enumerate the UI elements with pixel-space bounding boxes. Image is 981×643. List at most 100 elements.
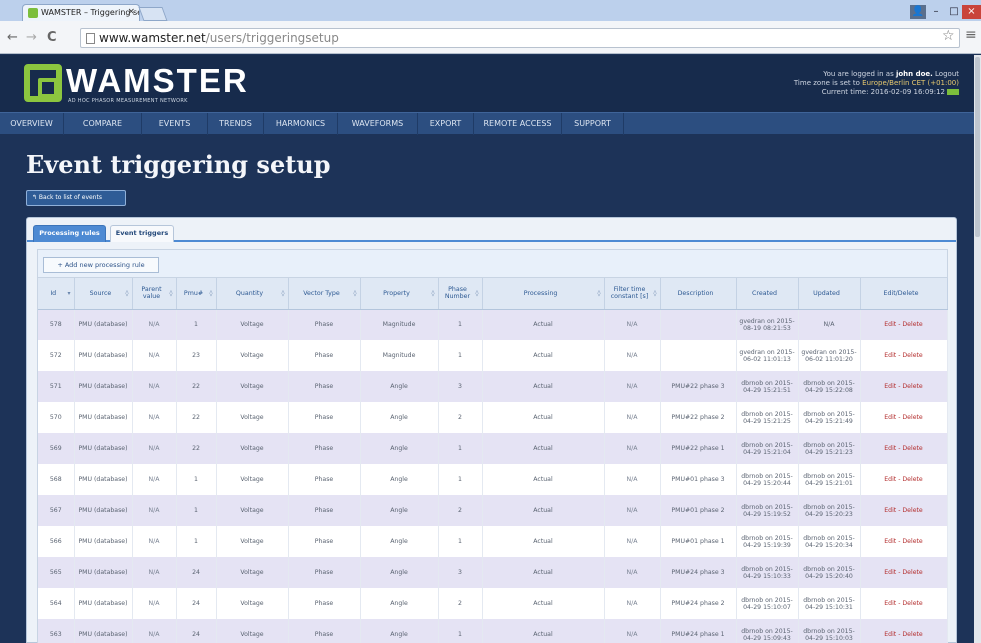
cell-vector-type: Phase: [288, 402, 361, 433]
cell-edit-delete[interactable]: Edit - Delete: [860, 464, 948, 495]
cell-description: PMU#01 phase 2: [660, 495, 737, 526]
nav-overview[interactable]: OVERVIEW: [0, 113, 64, 135]
cell-property: Angle: [360, 588, 439, 619]
address-bar[interactable]: www.wamster.net/users/triggeringsetup: [80, 28, 960, 48]
col-vector-type[interactable]: Vector Type ◊: [288, 278, 361, 310]
cell-updated: N/A: [798, 309, 861, 340]
wamster-logo[interactable]: WAMSTER AD HOC PHASOR MEASUREMENT NETWOR…: [24, 62, 247, 106]
cell-updated: dbrnob on 2015-04-29 15:21:23: [798, 433, 861, 464]
cell-description: PMU#24 phase 2: [660, 588, 737, 619]
favicon-icon: [28, 8, 38, 18]
maximize-button[interactable]: □: [946, 5, 962, 19]
browser-toolbar: ← → C www.wamster.net/users/triggeringse…: [0, 21, 981, 54]
table-row: 571 PMU (database) N/A 22 Voltage Phase Angle 3…: [38, 371, 948, 402]
new-tab-button[interactable]: [138, 7, 168, 21]
cell-pmu: 1: [176, 464, 217, 495]
cell-property: Angle: [360, 464, 439, 495]
col-label: Created: [752, 289, 777, 297]
scrollbar-thumb[interactable]: [975, 57, 980, 237]
cell-source: PMU (database): [74, 464, 133, 495]
col-id[interactable]: Id ▾: [38, 278, 75, 310]
cell-quantity: Voltage: [216, 309, 289, 340]
cell-phase-number: 3: [438, 371, 483, 402]
minimize-button[interactable]: –: [928, 5, 944, 19]
col-processing[interactable]: Processing ◊: [482, 278, 605, 310]
table-row: 568 PMU (database) N/A 1 Voltage Phase Angle 1 A…: [38, 464, 948, 495]
nav-export[interactable]: EXPORT: [418, 113, 474, 135]
nav-trends[interactable]: TRENDS: [208, 113, 264, 135]
back-to-events-button[interactable]: ↰ Back to list of events: [26, 190, 126, 206]
url-domain: www.wamster.net: [99, 31, 206, 45]
cell-parent-value: N/A: [132, 340, 177, 371]
nav-waveforms[interactable]: WAVEFORMS: [338, 113, 418, 135]
sort-icon: ◊: [475, 290, 479, 297]
status-indicator-icon: [947, 89, 959, 95]
col-pmu[interactable]: Pmu# ◊: [176, 278, 217, 310]
bookmark-star-icon[interactable]: ☆: [942, 28, 955, 44]
cell-source: PMU (database): [74, 588, 133, 619]
tab-event-triggers[interactable]: Event triggers: [110, 225, 174, 242]
cell-edit-delete[interactable]: Edit - Delete: [860, 619, 948, 643]
cell-vector-type: Phase: [288, 526, 361, 557]
close-window-button[interactable]: ×: [962, 5, 981, 19]
nav-events[interactable]: EVENTS: [142, 113, 208, 135]
cell-description: PMU#22 phase 1: [660, 433, 737, 464]
col-source[interactable]: Source ◊: [74, 278, 133, 310]
cell-parent-value: N/A: [132, 588, 177, 619]
col-phase-number[interactable]: Phase Number ◊: [438, 278, 483, 310]
cell-property: Angle: [360, 526, 439, 557]
page-scrollbar[interactable]: [974, 55, 981, 643]
cell-source: PMU (database): [74, 526, 133, 557]
cell-edit-delete[interactable]: Edit - Delete: [860, 557, 948, 588]
nav-compare[interactable]: COMPARE: [64, 113, 142, 135]
nav-harmonics[interactable]: HARMONICS: [264, 113, 338, 135]
tab-bar: Processing rules Event triggers: [27, 218, 956, 242]
cell-edit-delete[interactable]: Edit - Delete: [860, 526, 948, 557]
cell-phase-number: 2: [438, 495, 483, 526]
forward-arrow-icon[interactable]: →: [26, 30, 37, 45]
cell-edit-delete[interactable]: Edit - Delete: [860, 340, 948, 371]
browser-tab[interactable]: WAMSTER – Triggering se ×: [22, 4, 140, 21]
cell-property: Angle: [360, 371, 439, 402]
cell-source: PMU (database): [74, 402, 133, 433]
tz-value[interactable]: Europe/Berlin CET (+01:00): [862, 79, 959, 87]
cell-source: PMU (database): [74, 309, 133, 340]
cell-source: PMU (database): [74, 371, 133, 402]
col-filter-time[interactable]: Filter time constant [s] ◊: [604, 278, 661, 310]
cell-updated: dbrnob on 2015-04-29 15:10:03: [798, 619, 861, 643]
logout-link[interactable]: Logout: [935, 70, 959, 78]
browser-menu-icon[interactable]: ≡: [965, 27, 977, 43]
login-user: john doe.: [895, 70, 933, 78]
cell-edit-delete[interactable]: Edit - Delete: [860, 371, 948, 402]
cell-edit-delete[interactable]: Edit - Delete: [860, 402, 948, 433]
col-label: Parent value: [141, 286, 162, 301]
reload-icon[interactable]: C: [47, 30, 57, 45]
tab-close-icon[interactable]: ×: [127, 7, 135, 17]
nav-remote-access[interactable]: REMOTE ACCESS: [474, 113, 562, 135]
nav-support[interactable]: SUPPORT: [562, 113, 624, 135]
cell-edit-delete[interactable]: Edit - Delete: [860, 309, 948, 340]
user-profile-icon[interactable]: 👤: [910, 5, 926, 19]
table-row: 563 PMU (database) N/A 24 Voltage Phase Angle 1…: [38, 619, 948, 643]
col-property[interactable]: Property ◊: [360, 278, 439, 310]
cell-created: dbrnob on 2015-04-29 15:21:25: [736, 402, 799, 433]
cell-property: Magnitude: [360, 340, 439, 371]
col-parent-value[interactable]: Parent value ◊: [132, 278, 177, 310]
cell-edit-delete[interactable]: Edit - Delete: [860, 495, 948, 526]
cell-id: 563: [38, 619, 75, 643]
table-body: 578 PMU (database) N/A 1 Voltage Phase Magnitu…: [38, 309, 948, 643]
sort-icon: ◊: [169, 290, 173, 297]
cell-processing: Actual: [482, 464, 605, 495]
col-quantity[interactable]: Quantity ◊: [216, 278, 289, 310]
back-arrow-icon[interactable]: ←: [7, 30, 18, 45]
cell-phase-number: 1: [438, 619, 483, 643]
table-row: 566 PMU (database) N/A 1 Voltage Phase Angle 1 A…: [38, 526, 948, 557]
add-processing-rule-button[interactable]: + Add new processing rule: [43, 257, 159, 273]
tab-processing-rules[interactable]: Processing rules: [33, 225, 106, 242]
cell-updated: dbrnob on 2015-04-29 15:20:34: [798, 526, 861, 557]
cell-edit-delete[interactable]: Edit - Delete: [860, 433, 948, 464]
cell-edit-delete[interactable]: Edit - Delete: [860, 588, 948, 619]
cell-vector-type: Phase: [288, 557, 361, 588]
cell-pmu: 24: [176, 588, 217, 619]
cell-processing: Actual: [482, 495, 605, 526]
